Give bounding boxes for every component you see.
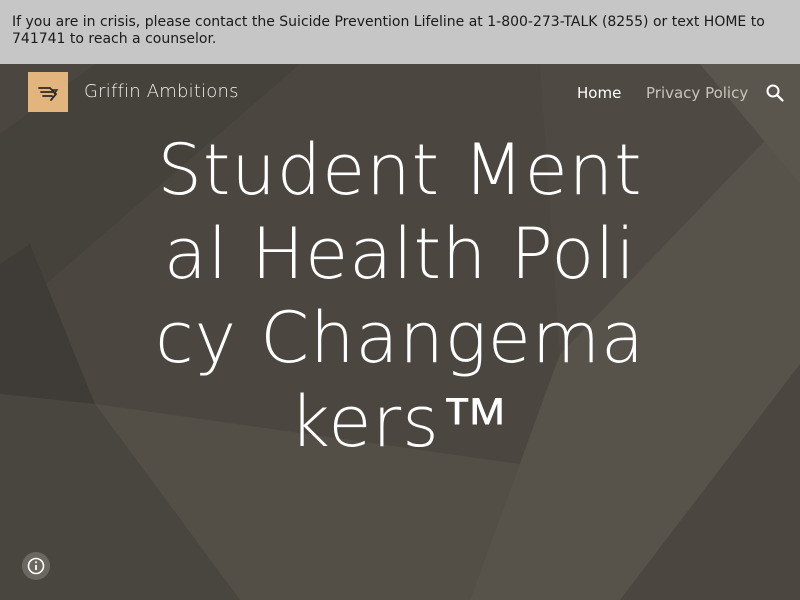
info-icon — [27, 557, 45, 575]
site-logo[interactable] — [28, 72, 68, 112]
crisis-banner: If you are in crisis, please contact the… — [0, 0, 800, 64]
griffin-logo-icon — [28, 72, 68, 112]
site-title[interactable]: Griffin Ambitions — [84, 81, 239, 102]
search-icon — [766, 84, 784, 102]
nav-home-link[interactable]: Home — [577, 84, 621, 102]
nav-privacy-policy-link[interactable]: Privacy Policy — [646, 84, 748, 102]
search-button[interactable] — [763, 81, 787, 105]
top-navigation: Griffin Ambitions Home Privacy Policy — [0, 64, 800, 122]
site-info-button[interactable] — [22, 552, 50, 580]
crisis-banner-text: If you are in crisis, please contact the… — [12, 14, 765, 47]
page-headline: Student Mental Health Policy Changemaker… — [155, 129, 645, 463]
